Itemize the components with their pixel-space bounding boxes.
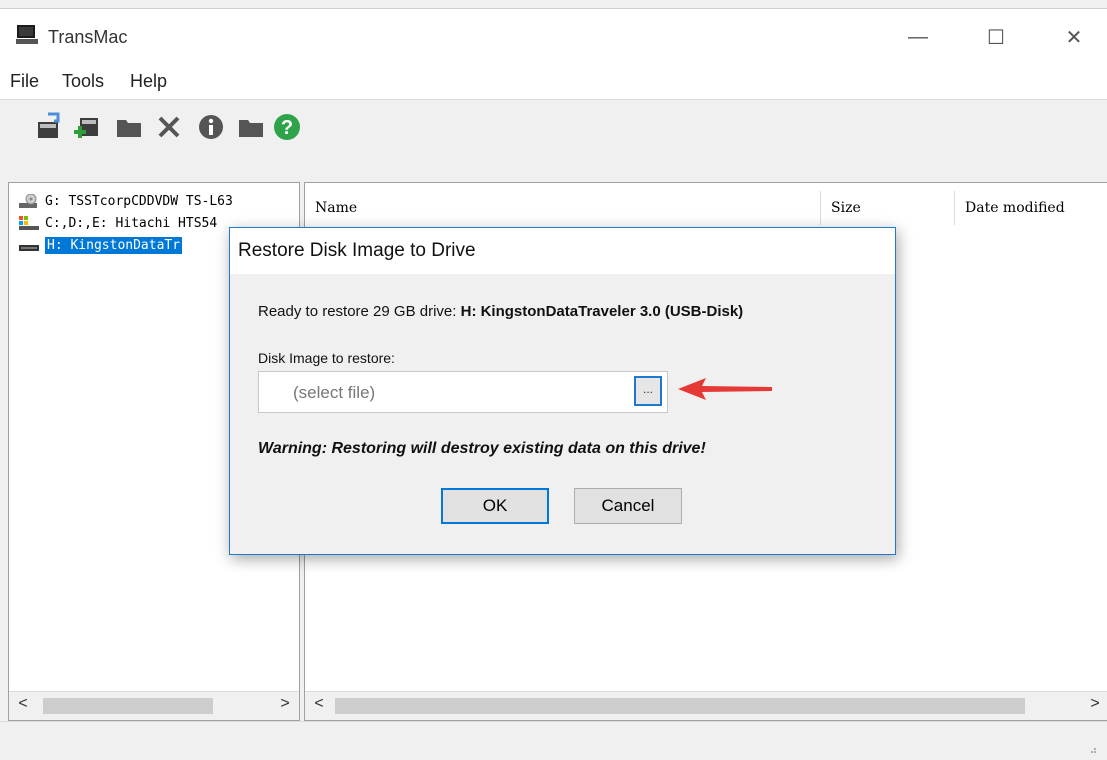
- dialog-title: Restore Disk Image to Drive: [238, 240, 476, 261]
- tree-item-drive-c[interactable]: C:,D:,E: Hitachi HTS54: [19, 213, 217, 233]
- column-header-size[interactable]: Size: [821, 191, 955, 225]
- tree-item-label: H: KingstonDataTr: [45, 236, 183, 254]
- tree-item-label: C:,D:,E: Hitachi HTS54: [45, 215, 218, 231]
- dialog-message-prefix: Ready to restore 29 GB drive:: [258, 303, 461, 320]
- disk-image-file-field[interactable]: (select file): [258, 371, 668, 413]
- minimize-icon: —: [908, 25, 928, 48]
- restore-disk-image-dialog: Restore Disk Image to Drive Ready to res…: [229, 227, 896, 555]
- dialog-drive-name: H: KingstonDataTraveler 3.0 (USB-Disk): [460, 303, 744, 320]
- folder-icon[interactable]: [114, 112, 144, 142]
- info-icon[interactable]: [196, 112, 226, 142]
- title-bar: TransMac — ☐ ✕: [0, 9, 1107, 61]
- menu-bar: File Tools Help: [0, 61, 1107, 99]
- warning-text: Warning: Restoring will destroy existing…: [258, 440, 706, 457]
- column-header-date-modified[interactable]: Date modified: [955, 191, 1107, 225]
- maximize-button[interactable]: ☐: [966, 17, 1026, 57]
- browse-file-button[interactable]: ...: [634, 376, 662, 406]
- window-title: TransMac: [48, 27, 128, 47]
- right-horizontal-scrollbar[interactable]: < >: [305, 691, 1107, 720]
- dialog-title-bar: Restore Disk Image to Drive: [230, 228, 895, 274]
- tree-item-label: G: TSSTcorpCDDVDW TS-L63: [45, 193, 233, 209]
- menu-help[interactable]: Help: [130, 71, 167, 92]
- svg-text:?: ?: [281, 117, 293, 139]
- cancel-button[interactable]: Cancel: [574, 488, 682, 524]
- windows-drive-icon: [19, 216, 39, 230]
- file-field-placeholder: (select file): [293, 383, 376, 402]
- scroll-right-arrow[interactable]: >: [1085, 695, 1105, 713]
- close-icon: ✕: [1065, 26, 1083, 49]
- maximize-icon: ☐: [987, 26, 1005, 49]
- usb-drive-icon: [19, 245, 39, 251]
- delete-icon[interactable]: [154, 112, 184, 142]
- tree-item-drive-g[interactable]: G: TSSTcorpCDDVDW TS-L63: [19, 191, 233, 211]
- scroll-left-arrow[interactable]: <: [13, 695, 33, 713]
- disk-image-label: Disk Image to restore:: [258, 350, 395, 366]
- column-header-name[interactable]: Name: [305, 191, 821, 225]
- scroll-right-arrow[interactable]: >: [275, 695, 295, 713]
- tree-item-drive-h[interactable]: H: KingstonDataTr: [19, 235, 183, 255]
- dialog-message: Ready to restore 29 GB drive: H: Kingsto…: [258, 303, 743, 320]
- app-icon: [16, 25, 38, 44]
- open-disk-image-icon[interactable]: [34, 112, 64, 142]
- new-disk-image-icon[interactable]: [72, 112, 102, 142]
- annotation-arrow-icon: [678, 378, 772, 400]
- toolbar: ?: [0, 99, 1107, 180]
- scroll-left-arrow[interactable]: <: [309, 695, 329, 713]
- status-bar: [0, 721, 1107, 760]
- ok-button[interactable]: OK: [441, 488, 549, 524]
- cd-drive-icon: [19, 194, 37, 208]
- scroll-thumb[interactable]: [335, 698, 1025, 714]
- menu-tools[interactable]: Tools: [62, 71, 104, 92]
- left-horizontal-scrollbar[interactable]: < >: [9, 691, 299, 720]
- scroll-thumb[interactable]: [43, 698, 213, 714]
- close-button[interactable]: ✕: [1044, 17, 1104, 57]
- folder-icon[interactable]: [236, 112, 266, 142]
- minimize-button[interactable]: —: [888, 17, 948, 57]
- menu-file[interactable]: File: [10, 71, 39, 92]
- resize-grip-icon[interactable]: [1087, 744, 1097, 754]
- help-icon[interactable]: ?: [272, 112, 302, 142]
